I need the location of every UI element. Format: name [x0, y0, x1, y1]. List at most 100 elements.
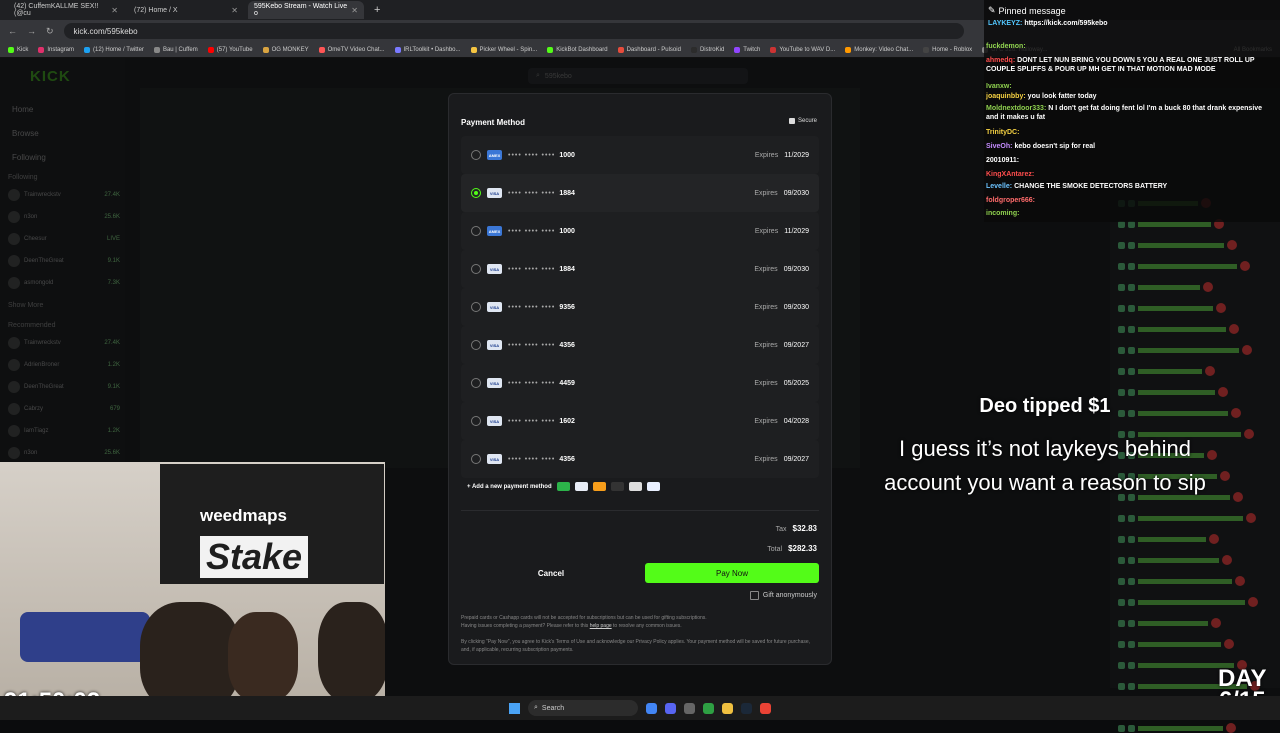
- gift-checkbox[interactable]: [749, 591, 759, 600]
- card-radio[interactable]: [471, 416, 481, 426]
- payment-method-heading: Payment Method: [461, 118, 526, 127]
- show-more-link[interactable]: Show More: [8, 302, 43, 309]
- card-radio[interactable]: [471, 454, 481, 464]
- close-icon[interactable]: ✕: [231, 6, 238, 15]
- badge-icon: [1118, 283, 1125, 291]
- chat-message: 20010911:: [986, 156, 1276, 165]
- add-payment-method-button[interactable]: + Add a new payment method: [467, 482, 660, 491]
- chat-message: foldgroper666:: [986, 196, 1276, 205]
- reload-icon[interactable]: ↻: [46, 26, 54, 37]
- chat-username: joaquinbby:: [986, 93, 1026, 100]
- steam-icon[interactable]: [741, 702, 752, 714]
- expires-date: 09/2030: [783, 303, 809, 311]
- help-page-link[interactable]: help page: [590, 623, 612, 629]
- bookmark-item[interactable]: OG MONKEY: [262, 46, 309, 53]
- payment-card-option[interactable]: VISA •••• •••• •••• 1884 Expires 09/2030: [461, 250, 819, 288]
- bookmark-item[interactable]: Twitch: [734, 46, 760, 53]
- chrome-icon[interactable]: [760, 702, 771, 714]
- close-icon[interactable]: ✕: [111, 6, 118, 15]
- windows-start-icon[interactable]: [509, 702, 520, 714]
- bookmark-item[interactable]: OmeTV Video Chat...: [318, 46, 385, 53]
- badge-icon: [1118, 262, 1125, 270]
- card-radio[interactable]: [471, 340, 481, 350]
- bookmark-item[interactable]: (12) Home / Twitter: [84, 46, 144, 53]
- bookmark-item[interactable]: Bau | Cuffem: [153, 46, 198, 53]
- payment-card-option[interactable]: AMEX •••• •••• •••• 1000 Expires 11/2029: [461, 212, 819, 250]
- sidebar-channel[interactable]: Trainwreckstv 27.4K: [8, 186, 120, 204]
- bookmark-item[interactable]: Kick: [8, 46, 28, 53]
- chat-row: [1118, 282, 1213, 292]
- channel-name: asmongold: [24, 280, 54, 286]
- bookmark-item[interactable]: (57) YouTube: [207, 46, 253, 53]
- card-radio[interactable]: [471, 150, 481, 160]
- pay-now-button[interactable]: Pay Now: [645, 563, 819, 583]
- payment-card-option[interactable]: VISA •••• •••• •••• 1884 Expires 09/2030: [461, 174, 819, 212]
- card-brand-icon: VISA: [487, 188, 502, 198]
- bookmark-item[interactable]: DistroKid: [690, 46, 724, 53]
- app-icon[interactable]: [684, 702, 695, 714]
- chat-row: [1118, 555, 1232, 565]
- nav-home[interactable]: Home: [12, 98, 46, 122]
- file-explorer-icon[interactable]: [722, 702, 733, 714]
- search-input[interactable]: ⌕ 595kebo: [528, 68, 748, 84]
- card-radio[interactable]: [471, 302, 481, 312]
- emote-icon: [1240, 261, 1250, 271]
- bookmark-item[interactable]: Instagram: [38, 46, 75, 53]
- card-radio[interactable]: [471, 378, 481, 388]
- bookmark-item[interactable]: Dashboard - Pulsoid: [617, 46, 681, 53]
- bookmark-item[interactable]: YouTube to WAV D...: [770, 46, 835, 53]
- browser-tab-active[interactable]: 595Kebo Stream - Watch Live o ✕: [248, 1, 364, 19]
- sidebar-channel[interactable]: Cheesur LIVE: [8, 230, 120, 248]
- sidebar-channel[interactable]: DeenTheGreat 9.1K: [8, 378, 120, 396]
- bookmark-item[interactable]: IRLToolkit • Dashbo...: [394, 46, 461, 53]
- sidebar-channel[interactable]: DeenTheGreat 9.1K: [8, 252, 120, 270]
- card-mask: •••• •••• ••••: [508, 455, 556, 463]
- browser-tab[interactable]: (42) CuffemKALLME SEX!! (@cu ✕: [8, 1, 124, 19]
- chat-row: [1118, 513, 1256, 523]
- payment-card-option[interactable]: VISA •••• •••• •••• 4459 Expires 05/2025: [461, 364, 819, 402]
- payment-card-option[interactable]: AMEX •••• •••• •••• 1000 Expires 11/2029: [461, 136, 819, 174]
- browser-tab[interactable]: (72) Home / X ✕: [128, 1, 244, 19]
- forward-icon[interactable]: →: [27, 26, 36, 36]
- payment-card-option[interactable]: VISA •••• •••• •••• 9356 Expires 09/2030: [461, 288, 819, 326]
- payment-card-option[interactable]: VISA •••• •••• •••• 4356 Expires 09/2027: [461, 326, 819, 364]
- gift-anonymously-toggle[interactable]: Gift anonymously: [749, 591, 817, 600]
- bookmark-item[interactable]: Picker Wheel - Spin...: [470, 46, 537, 53]
- app-icon[interactable]: [703, 702, 714, 714]
- card-radio[interactable]: [471, 188, 481, 198]
- bookmark-icon: [84, 46, 91, 53]
- payment-card-option[interactable]: VISA •••• •••• •••• 4356 Expires 09/2027: [461, 440, 819, 478]
- channel-name: Cheesur: [24, 236, 47, 242]
- google-pay-icon: [628, 482, 642, 491]
- discord-icon[interactable]: [665, 702, 676, 714]
- kick-logo[interactable]: KICK: [30, 68, 71, 85]
- card-radio[interactable]: [471, 264, 481, 274]
- back-icon[interactable]: ←: [8, 26, 17, 36]
- nav-browse[interactable]: Browse: [12, 122, 46, 146]
- sidebar-channel[interactable]: IamTiagz 1.2K: [8, 422, 120, 440]
- badge-icon: [1118, 535, 1125, 543]
- gift-label: Gift anonymously: [762, 592, 817, 599]
- viewer-count: 9.1K: [107, 258, 120, 264]
- sidebar-channel[interactable]: AdrienBroner 1.2K: [8, 356, 120, 374]
- card-brand-icon: VISA: [487, 378, 502, 388]
- bookmark-item[interactable]: KickBot Dashboard: [547, 46, 608, 53]
- sidebar-channel[interactable]: n3on 25.6K: [8, 208, 120, 226]
- bookmark-label: Instagram: [47, 46, 75, 53]
- cancel-button[interactable]: Cancel: [461, 563, 641, 583]
- chrome-icon[interactable]: [646, 702, 657, 714]
- taskbar-search[interactable]: ⌕ Search: [528, 700, 638, 716]
- card-radio[interactable]: [471, 226, 481, 236]
- close-icon[interactable]: ✕: [351, 6, 358, 15]
- payment-card-option[interactable]: VISA •••• •••• •••• 1602 Expires 04/2028: [461, 402, 819, 440]
- sidebar-channel[interactable]: Cabrzy 679: [8, 400, 120, 418]
- sidebar-channel[interactable]: n3on 25.6K: [8, 444, 120, 462]
- nav-following[interactable]: Following: [12, 146, 46, 170]
- bookmark-item[interactable]: Home - Roblox: [923, 46, 972, 53]
- badge-icon: [1118, 598, 1125, 606]
- url-field[interactable]: kick.com/595kebo: [63, 23, 964, 39]
- sidebar-channel[interactable]: asmongold 7.3K: [8, 274, 120, 292]
- sidebar-channel[interactable]: Trainwreckstv 27.4K: [8, 334, 120, 352]
- new-tab-button[interactable]: +: [368, 4, 386, 16]
- bookmark-item[interactable]: Monkey: Video Chat...: [845, 46, 913, 53]
